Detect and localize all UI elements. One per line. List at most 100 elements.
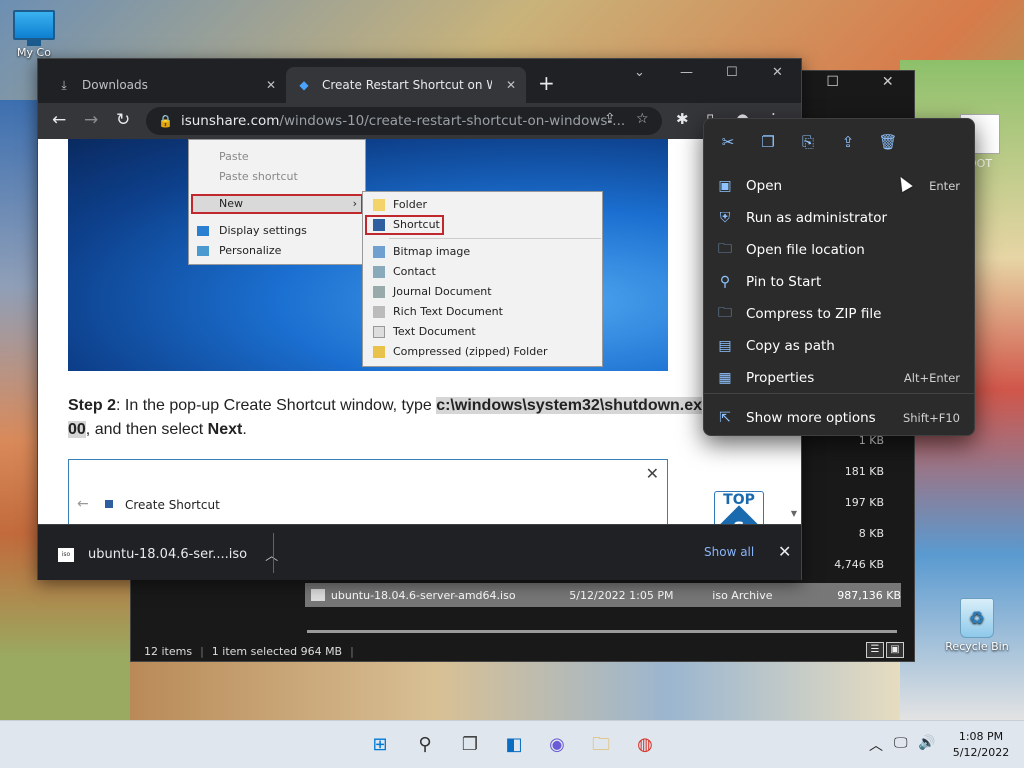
close-icon[interactable]: ✕	[778, 542, 791, 561]
step-instruction: Step 2: In the pop-up Create Shortcut wi…	[68, 397, 703, 438]
menu-item-compress-to-zip[interactable]: 🗀 Compress to ZIP file	[704, 299, 974, 329]
chat-icon[interactable]: ◉	[543, 731, 571, 759]
menu-item-properties[interactable]: ▦ Properties Alt+Enter	[704, 363, 974, 393]
close-icon[interactable]: ✕	[772, 65, 783, 80]
properties-icon: ▦	[718, 370, 732, 386]
file-name: ubuntu-18.04.6-server-amd64.iso	[330, 588, 516, 602]
chrome-icon[interactable]: ◍	[631, 731, 659, 759]
search-icon[interactable]: ⚲	[411, 731, 439, 759]
chevron-down-icon[interactable]: ⌄	[634, 65, 645, 80]
table-row[interactable]: ubuntu-18.04.6-server-amd64.iso 5/12/202…	[305, 583, 901, 607]
menu-item-open[interactable]: ▣ Open Enter	[704, 171, 974, 201]
menu-item-copy-as-path[interactable]: ▤ Copy as path	[704, 331, 974, 361]
share-icon[interactable]: ⇪	[836, 133, 860, 151]
copy-icon[interactable]: ❐	[756, 133, 780, 151]
back-arrow-icon[interactable]: ←	[52, 110, 66, 130]
share-icon[interactable]: ⇪	[604, 111, 616, 127]
show-all-button[interactable]: Show all	[704, 545, 754, 559]
tab-strip: ⤓ Downloads ✕ ◆ Create Restart Shortcut …	[38, 59, 801, 103]
menu-item-personalize: Personalize	[219, 244, 282, 257]
download-file-name: ubuntu-18.04.6-ser....iso	[88, 547, 248, 562]
cut-icon[interactable]: ✂	[716, 133, 740, 151]
new-submenu: Folder Shortcut Bitmap image Contact Jou…	[362, 191, 603, 367]
network-icon[interactable]: 🖵	[894, 735, 908, 751]
rename-icon[interactable]: ⎘	[796, 133, 820, 151]
chevron-up-icon[interactable]: ︿	[869, 735, 883, 755]
zip-folder-icon	[373, 346, 385, 358]
download-item[interactable]: iso ubuntu-18.04.6-ser....iso ︿	[58, 545, 278, 564]
explorer-status-bar: 12 items | 1 item selected 964 MB |	[144, 644, 354, 658]
chrome-window: ⤓ Downloads ✕ ◆ Create Restart Shortcut …	[37, 58, 802, 580]
close-icon[interactable]: ✕	[882, 74, 894, 98]
pin-icon: ⚲	[719, 274, 731, 290]
file-context-menu: ✂ ❐ ⎘ ⇪ 🗑 ▣ Open Enter ⛨ Run as administ…	[703, 118, 975, 436]
submenu-item: Shortcut	[393, 218, 440, 231]
menu-item-label: New	[219, 197, 243, 210]
create-shortcut-dialog-image: ✕ ← Create Shortcut	[68, 459, 668, 524]
minimize-icon[interactable]: —	[680, 65, 693, 80]
file-date: 5/12/2022 1:05 PM	[569, 588, 674, 602]
submenu-item: Folder	[393, 198, 427, 211]
desktop-icon-my-computer[interactable]: My Co	[4, 10, 64, 59]
file-size: 4,746 KB	[834, 558, 884, 571]
iso-file-icon	[311, 589, 325, 601]
site-favicon-icon: ◆	[299, 78, 309, 92]
tab-title: Create Restart Shortcut on Windo	[322, 78, 492, 92]
details-view-icon[interactable]: ☰	[866, 642, 884, 658]
new-tab-button[interactable]: +	[538, 71, 555, 95]
tab-create-restart-shortcut[interactable]: ◆ Create Restart Shortcut on Windo ✕	[286, 67, 526, 103]
web-page-content: Paste Paste shortcut New › Display setti…	[38, 139, 801, 524]
large-icons-view-icon[interactable]: ▣	[886, 642, 904, 658]
screenshot-image: Paste Paste shortcut New › Display setti…	[68, 139, 668, 371]
widgets-icon[interactable]: ◧	[500, 731, 528, 759]
explorer-window-controls: ☐ ✕	[805, 74, 915, 98]
menu-item-pin-to-start[interactable]: ⚲ Pin to Start	[704, 267, 974, 297]
recycle-bin-icon: ♻	[960, 598, 994, 638]
close-icon[interactable]: ✕	[266, 78, 276, 92]
back-to-top-button[interactable]: TOP S	[714, 491, 764, 524]
system-clock[interactable]: 1:08 PM 5/12/2022	[946, 729, 1016, 761]
extensions-puzzle-icon[interactable]: ✱	[676, 110, 689, 128]
desktop-icon-recycle-bin[interactable]: ♻ Recycle Bin	[942, 598, 1012, 653]
task-view-icon[interactable]: ❐	[456, 731, 484, 759]
submenu-item: Contact	[393, 265, 436, 278]
path-icon: ▤	[718, 338, 732, 354]
zip-icon: 🗀	[718, 305, 732, 321]
forward-arrow-icon[interactable]: →	[84, 110, 98, 130]
shortcut-icon	[105, 500, 113, 508]
delete-icon[interactable]: 🗑	[876, 133, 900, 151]
file-explorer-icon[interactable]: 🗀	[587, 731, 615, 759]
start-windows-icon[interactable]: ⊞	[366, 731, 394, 759]
command-text: 00	[68, 421, 86, 438]
step-label: Step 2	[68, 397, 117, 414]
file-size: 987,136 KB	[837, 588, 901, 602]
address-bar[interactable]: 🔒 isunshare.com /windows-10/create-resta…	[146, 107, 662, 135]
horizontal-scrollbar[interactable]	[307, 630, 897, 633]
maximize-icon[interactable]: ☐	[826, 74, 839, 98]
volume-icon[interactable]: 🔊	[918, 735, 935, 751]
submenu-item: Rich Text Document	[393, 305, 503, 318]
text-document-icon	[373, 326, 385, 338]
wallpaper	[130, 660, 900, 720]
tab-title: Downloads	[82, 78, 148, 92]
legacy-context-menu: Paste Paste shortcut New › Display setti…	[188, 139, 366, 265]
chevron-up-icon[interactable]: ︿	[265, 545, 278, 564]
scroll-down-icon[interactable]: ▼	[791, 509, 797, 518]
close-icon[interactable]: ✕	[506, 78, 516, 92]
file-type: iso Archive	[712, 588, 773, 602]
menu-item-show-more-options[interactable]: ⇱ Show more options Shift+F10	[704, 403, 974, 433]
menu-item-paste: Paste	[219, 150, 249, 163]
taskbar: ⊞ ⚲ ❐ ◧ ◉ 🗀 ◍ ︿ 🖵 🔊 1:08 PM 5/12/2022	[0, 720, 1024, 768]
menu-item-open-file-location[interactable]: 🗀 Open file location	[704, 235, 974, 265]
iso-file-icon: iso	[58, 547, 74, 562]
close-icon: ✕	[645, 464, 659, 483]
file-size: 181 KB	[844, 465, 884, 478]
item-count: 12 items	[144, 644, 193, 658]
reload-icon[interactable]: ↻	[116, 110, 130, 130]
submenu-item: Compressed (zipped) Folder	[393, 345, 548, 358]
shield-icon: ⛨	[719, 210, 731, 226]
tab-downloads[interactable]: ⤓ Downloads ✕	[46, 67, 286, 103]
maximize-icon[interactable]: ☐	[726, 65, 738, 80]
bookmark-star-icon[interactable]: ☆	[636, 111, 649, 127]
menu-item-run-as-administrator[interactable]: ⛨ Run as administrator	[704, 203, 974, 233]
